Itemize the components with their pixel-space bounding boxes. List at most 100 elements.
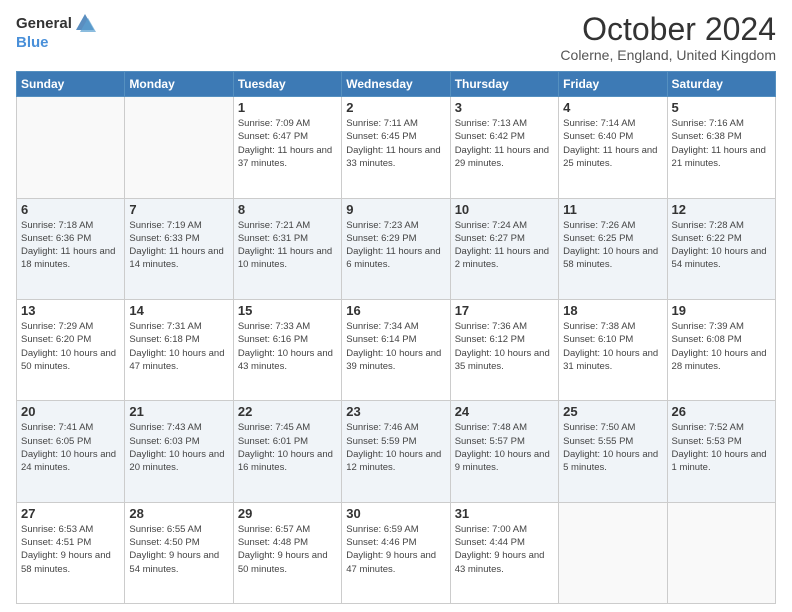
day-info: Sunrise: 7:21 AM Sunset: 6:31 PM Dayligh… [238, 219, 337, 272]
day-info: Sunrise: 7:28 AM Sunset: 6:22 PM Dayligh… [672, 219, 771, 272]
day-number: 16 [346, 303, 445, 318]
page: General Blue October 2024 Colerne, Engla… [0, 0, 792, 612]
day-info: Sunrise: 7:48 AM Sunset: 5:57 PM Dayligh… [455, 421, 554, 474]
table-row: 26 Sunrise: 7:52 AM Sunset: 5:53 PM Dayli… [667, 401, 775, 502]
day-number: 14 [129, 303, 228, 318]
day-number: 29 [238, 506, 337, 521]
table-row: 8 Sunrise: 7:21 AM Sunset: 6:31 PM Daylig… [233, 198, 341, 299]
day-number: 1 [238, 100, 337, 115]
day-number: 30 [346, 506, 445, 521]
day-number: 11 [563, 202, 662, 217]
day-info: Sunrise: 7:14 AM Sunset: 6:40 PM Dayligh… [563, 117, 662, 170]
col-wednesday: Wednesday [342, 72, 450, 97]
table-row [667, 502, 775, 603]
table-row: 22 Sunrise: 7:45 AM Sunset: 6:01 PM Dayli… [233, 401, 341, 502]
day-number: 17 [455, 303, 554, 318]
day-info: Sunrise: 6:55 AM Sunset: 4:50 PM Dayligh… [129, 523, 228, 576]
table-row: 18 Sunrise: 7:38 AM Sunset: 6:10 PM Dayli… [559, 299, 667, 400]
table-row: 29 Sunrise: 6:57 AM Sunset: 4:48 PM Dayli… [233, 502, 341, 603]
day-info: Sunrise: 7:16 AM Sunset: 6:38 PM Dayligh… [672, 117, 771, 170]
day-info: Sunrise: 7:24 AM Sunset: 6:27 PM Dayligh… [455, 219, 554, 272]
day-info: Sunrise: 6:53 AM Sunset: 4:51 PM Dayligh… [21, 523, 120, 576]
day-number: 8 [238, 202, 337, 217]
day-number: 7 [129, 202, 228, 217]
day-info: Sunrise: 7:52 AM Sunset: 5:53 PM Dayligh… [672, 421, 771, 474]
day-info: Sunrise: 7:13 AM Sunset: 6:42 PM Dayligh… [455, 117, 554, 170]
calendar-table: Sunday Monday Tuesday Wednesday Thursday… [16, 71, 776, 604]
table-row: 28 Sunrise: 6:55 AM Sunset: 4:50 PM Dayli… [125, 502, 233, 603]
title-block: October 2024 Colerne, England, United Ki… [560, 12, 776, 63]
logo: General Blue [16, 12, 96, 52]
day-info: Sunrise: 7:39 AM Sunset: 6:08 PM Dayligh… [672, 320, 771, 373]
table-row: 12Sunrise: 7:28 AM Sunset: 6:22 PM Dayli… [667, 198, 775, 299]
day-info: Sunrise: 7:31 AM Sunset: 6:18 PM Dayligh… [129, 320, 228, 373]
table-row: 4 Sunrise: 7:14 AM Sunset: 6:40 PM Daylig… [559, 97, 667, 198]
day-info: Sunrise: 7:00 AM Sunset: 4:44 PM Dayligh… [455, 523, 554, 576]
day-info: Sunrise: 7:41 AM Sunset: 6:05 PM Dayligh… [21, 421, 120, 474]
day-number: 23 [346, 404, 445, 419]
day-info: Sunrise: 7:26 AM Sunset: 6:25 PM Dayligh… [563, 219, 662, 272]
header: General Blue October 2024 Colerne, Engla… [16, 12, 776, 63]
day-number: 2 [346, 100, 445, 115]
table-row: 2 Sunrise: 7:11 AM Sunset: 6:45 PM Daylig… [342, 97, 450, 198]
table-row: 31 Sunrise: 7:00 AM Sunset: 4:44 PM Dayli… [450, 502, 558, 603]
day-info: Sunrise: 7:23 AM Sunset: 6:29 PM Dayligh… [346, 219, 445, 272]
day-info: Sunrise: 7:45 AM Sunset: 6:01 PM Dayligh… [238, 421, 337, 474]
day-info: Sunrise: 7:33 AM Sunset: 6:16 PM Dayligh… [238, 320, 337, 373]
day-info: Sunrise: 7:43 AM Sunset: 6:03 PM Dayligh… [129, 421, 228, 474]
day-number: 31 [455, 506, 554, 521]
day-number: 4 [563, 100, 662, 115]
day-info: Sunrise: 7:29 AM Sunset: 6:20 PM Dayligh… [21, 320, 120, 373]
col-monday: Monday [125, 72, 233, 97]
table-row: 19Sunrise: 7:39 AM Sunset: 6:08 PM Dayli… [667, 299, 775, 400]
table-row: 15Sunrise: 7:33 AM Sunset: 6:16 PM Dayli… [233, 299, 341, 400]
table-row [17, 97, 125, 198]
header-row: Sunday Monday Tuesday Wednesday Thursday… [17, 72, 776, 97]
day-number: 22 [238, 404, 337, 419]
table-row: 5 Sunrise: 7:16 AM Sunset: 6:38 PM Daylig… [667, 97, 775, 198]
day-number: 27 [21, 506, 120, 521]
day-info: Sunrise: 7:11 AM Sunset: 6:45 PM Dayligh… [346, 117, 445, 170]
table-row: 24 Sunrise: 7:48 AM Sunset: 5:57 PM Dayli… [450, 401, 558, 502]
day-number: 26 [672, 404, 771, 419]
day-number: 18 [563, 303, 662, 318]
day-number: 6 [21, 202, 120, 217]
logo-icon [74, 12, 96, 34]
day-info: Sunrise: 7:18 AM Sunset: 6:36 PM Dayligh… [21, 219, 120, 272]
day-number: 5 [672, 100, 771, 115]
table-row [559, 502, 667, 603]
day-number: 21 [129, 404, 228, 419]
table-row: 1 Sunrise: 7:09 AM Sunset: 6:47 PM Daylig… [233, 97, 341, 198]
col-tuesday: Tuesday [233, 72, 341, 97]
table-row: 20 Sunrise: 7:41 AM Sunset: 6:05 PM Dayli… [17, 401, 125, 502]
table-row: 9 Sunrise: 7:23 AM Sunset: 6:29 PM Daylig… [342, 198, 450, 299]
table-row: 10 Sunrise: 7:24 AM Sunset: 6:27 PM Dayli… [450, 198, 558, 299]
day-number: 25 [563, 404, 662, 419]
table-row: 13 Sunrise: 7:29 AM Sunset: 6:20 PM Dayli… [17, 299, 125, 400]
day-info: Sunrise: 7:36 AM Sunset: 6:12 PM Dayligh… [455, 320, 554, 373]
table-row: 11 Sunrise: 7:26 AM Sunset: 6:25 PM Dayli… [559, 198, 667, 299]
day-info: Sunrise: 7:34 AM Sunset: 6:14 PM Dayligh… [346, 320, 445, 373]
table-row: 3 Sunrise: 7:13 AM Sunset: 6:42 PM Daylig… [450, 97, 558, 198]
day-number: 13 [21, 303, 120, 318]
day-info: Sunrise: 7:46 AM Sunset: 5:59 PM Dayligh… [346, 421, 445, 474]
col-friday: Friday [559, 72, 667, 97]
col-thursday: Thursday [450, 72, 558, 97]
day-info: Sunrise: 7:09 AM Sunset: 6:47 PM Dayligh… [238, 117, 337, 170]
col-saturday: Saturday [667, 72, 775, 97]
day-number: 3 [455, 100, 554, 115]
table-row: 21 Sunrise: 7:43 AM Sunset: 6:03 PM Dayli… [125, 401, 233, 502]
table-row: 14 Sunrise: 7:31 AM Sunset: 6:18 PM Dayli… [125, 299, 233, 400]
day-number: 20 [21, 404, 120, 419]
day-number: 24 [455, 404, 554, 419]
day-info: Sunrise: 6:57 AM Sunset: 4:48 PM Dayligh… [238, 523, 337, 576]
table-row: 7 Sunrise: 7:19 AM Sunset: 6:33 PM Daylig… [125, 198, 233, 299]
day-info: Sunrise: 7:19 AM Sunset: 6:33 PM Dayligh… [129, 219, 228, 272]
day-number: 28 [129, 506, 228, 521]
table-row: 30Sunrise: 6:59 AM Sunset: 4:46 PM Dayli… [342, 502, 450, 603]
day-info: Sunrise: 7:38 AM Sunset: 6:10 PM Dayligh… [563, 320, 662, 373]
day-number: 10 [455, 202, 554, 217]
table-row: 27 Sunrise: 6:53 AM Sunset: 4:51 PM Dayli… [17, 502, 125, 603]
logo-text-general: General [16, 16, 72, 31]
day-number: 9 [346, 202, 445, 217]
